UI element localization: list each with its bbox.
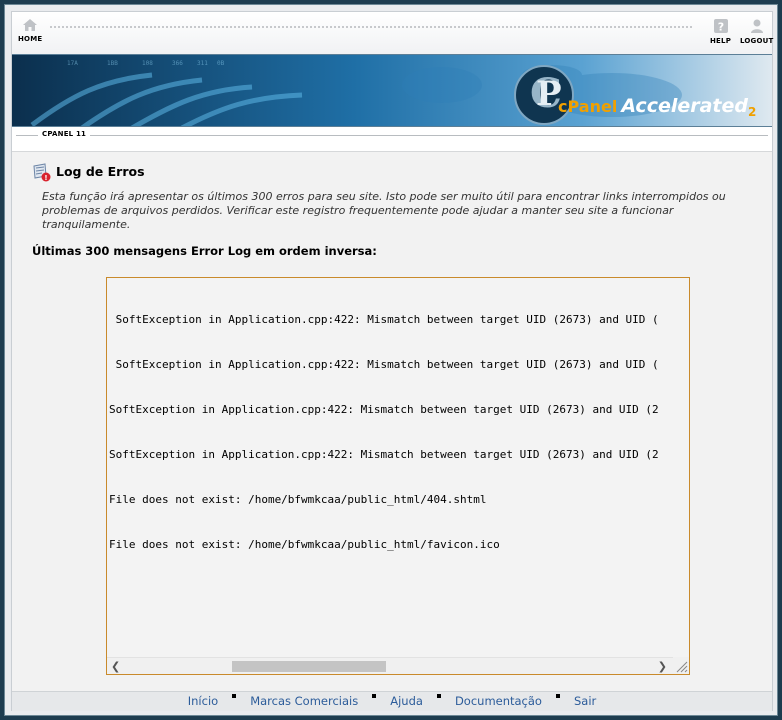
footer-separator — [372, 694, 377, 698]
horizontal-scrollbar[interactable]: ❮ ❯ — [107, 657, 673, 674]
footer-link-ajuda[interactable]: Ajuda — [390, 694, 423, 708]
svg-text:?: ? — [717, 21, 724, 34]
footer-separator — [555, 694, 560, 698]
logout-label: LOGOUT — [740, 37, 774, 45]
version-strip: CPANEL 11 — [12, 127, 772, 151]
error-log-content: SoftException in Application.cpp:422: Mi… — [109, 282, 687, 658]
scroll-right-icon[interactable]: ❯ — [658, 660, 667, 673]
svg-text:0B: 0B — [217, 60, 225, 67]
svg-text:311: 311 — [197, 60, 208, 67]
footer-link-inicio[interactable]: Início — [188, 694, 218, 708]
window-frame: HOME ? HELP LOGOUT 17A 1BB 108 366 311 0… — [4, 4, 778, 716]
dotted-divider — [50, 26, 692, 28]
log-line: SoftException in Application.cpp:422: Mi… — [109, 358, 659, 371]
resize-grip-icon[interactable] — [673, 657, 689, 674]
help-label: HELP — [710, 37, 732, 45]
version-label: CPANEL 11 — [38, 130, 91, 138]
version-divider — [16, 135, 768, 136]
home-label: HOME — [18, 35, 43, 43]
svg-text:366: 366 — [172, 60, 183, 67]
top-navigation-bar: HOME ? HELP LOGOUT — [12, 12, 774, 54]
footer-link-sair[interactable]: Sair — [574, 694, 596, 708]
logout-button[interactable]: LOGOUT — [740, 18, 774, 45]
page-container: HOME ? HELP LOGOUT 17A 1BB 108 366 311 0… — [11, 11, 773, 711]
log-line: SoftException in Application.cpp:422: Mi… — [109, 403, 659, 416]
logo-cpanel: cPanel — [558, 97, 618, 116]
log-line: File does not exist: /home/bfwmkcaa/publ… — [109, 538, 500, 551]
help-button[interactable]: ? HELP — [710, 18, 731, 45]
footer-bar: Início Marcas Comerciais Ajuda Documentação… — [12, 691, 772, 711]
footer-separator — [436, 694, 441, 698]
footer-link-marcas-comerciais[interactable]: Marcas Comerciais — [250, 694, 358, 708]
banner-logo-text: cPanel Accelerated2 — [558, 95, 756, 119]
page-title: Log de Erros — [56, 164, 145, 179]
svg-text:1BB: 1BB — [107, 60, 118, 67]
log-line: File does not exist: /home/bfwmkcaa/publ… — [109, 493, 487, 506]
logo-version: 2 — [748, 105, 757, 120]
footer-separator — [232, 694, 237, 698]
help-icon: ? — [713, 19, 728, 34]
logo-accelerated: Accelerated — [621, 95, 749, 117]
log-line: SoftException in Application.cpp:422: Mi… — [109, 313, 659, 326]
error-log-textarea[interactable]: SoftException in Application.cpp:422: Mi… — [106, 277, 690, 675]
scrollbar-thumb[interactable] — [232, 661, 386, 672]
main-content: ! Log de Erros Esta função irá apresenta… — [12, 151, 772, 691]
footer-link-documentacao[interactable]: Documentação — [455, 694, 542, 708]
log-line: SoftException in Application.cpp:422: Mi… — [109, 448, 659, 461]
log-subheading: Últimas 300 mensagens Error Log em ordem… — [32, 244, 377, 258]
footer-links: Início Marcas Comerciais Ajuda Documentação… — [12, 694, 772, 708]
home-button[interactable]: HOME — [18, 18, 42, 43]
error-log-icon: ! — [33, 163, 51, 182]
svg-text:!: ! — [44, 174, 47, 182]
svg-text:17A: 17A — [67, 60, 78, 67]
cpanel-banner: 17A 1BB 108 366 311 0B C P cPanel Accelerated… — [12, 54, 772, 127]
user-icon — [750, 19, 763, 33]
page-description: Esta função irá apresentar os últimos 30… — [42, 190, 726, 231]
scroll-left-icon[interactable]: ❮ — [111, 660, 120, 673]
home-icon — [23, 19, 38, 31]
svg-text:108: 108 — [142, 60, 153, 67]
